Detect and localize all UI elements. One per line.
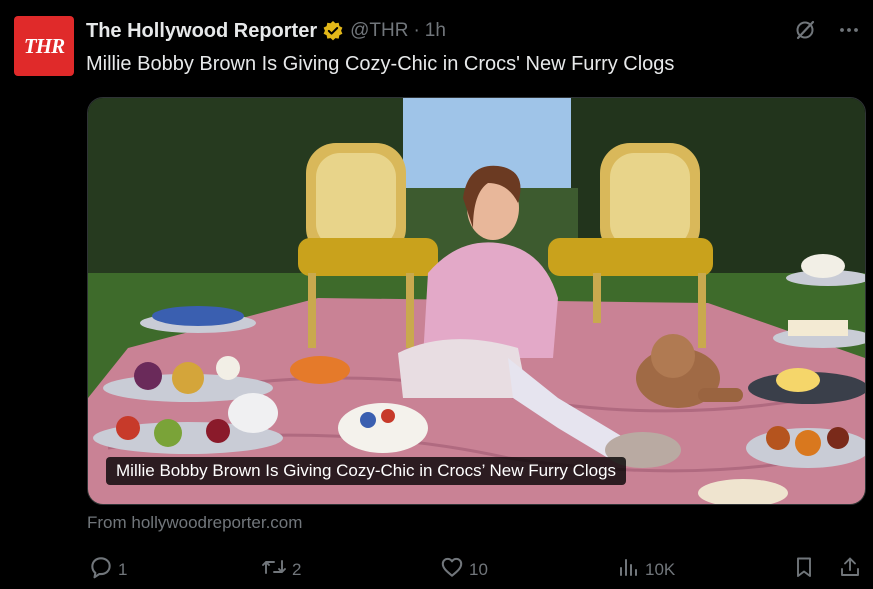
views-count: 10K [645, 559, 676, 579]
repost-count: 2 [292, 559, 302, 579]
reply-button[interactable]: 1 [88, 554, 127, 585]
author-name[interactable]: The Hollywood Reporter [86, 20, 317, 43]
share-icon [838, 554, 862, 585]
views-button[interactable]: 10K [617, 554, 675, 585]
reply-count: 1 [118, 559, 128, 579]
views-icon [617, 554, 641, 585]
action-bar: 1 2 10 10K [0, 554, 873, 584]
author-handle[interactable]: @THR [350, 20, 408, 42]
verified-badge-icon [322, 20, 344, 42]
like-icon [439, 554, 465, 585]
tweet-text: Millie Bobby Brown Is Giving Cozy-Chic i… [86, 53, 675, 75]
repost-icon [260, 554, 288, 585]
repost-button[interactable]: 2 [260, 554, 301, 585]
author-avatar[interactable]: THR [14, 16, 74, 76]
tweet-header: The Hollywood Reporter @THR · 1h [86, 18, 446, 44]
reply-icon [88, 554, 114, 585]
share-button[interactable] [838, 554, 862, 585]
grok-icon[interactable] [793, 18, 817, 47]
more-icon[interactable] [837, 18, 861, 47]
bookmark-button[interactable] [792, 554, 816, 585]
like-count: 10 [469, 559, 488, 579]
post-time[interactable]: 1h [425, 20, 446, 42]
card-source[interactable]: From hollywoodreporter.com [87, 513, 302, 533]
bookmark-icon [792, 554, 816, 585]
separator-dot: · [413, 20, 420, 41]
like-button[interactable]: 10 [439, 554, 488, 585]
avatar-logo-text: THR [23, 33, 65, 58]
card-caption: Millie Bobby Brown Is Giving Cozy-Chic i… [106, 457, 627, 485]
link-card-image[interactable] [87, 97, 866, 505]
